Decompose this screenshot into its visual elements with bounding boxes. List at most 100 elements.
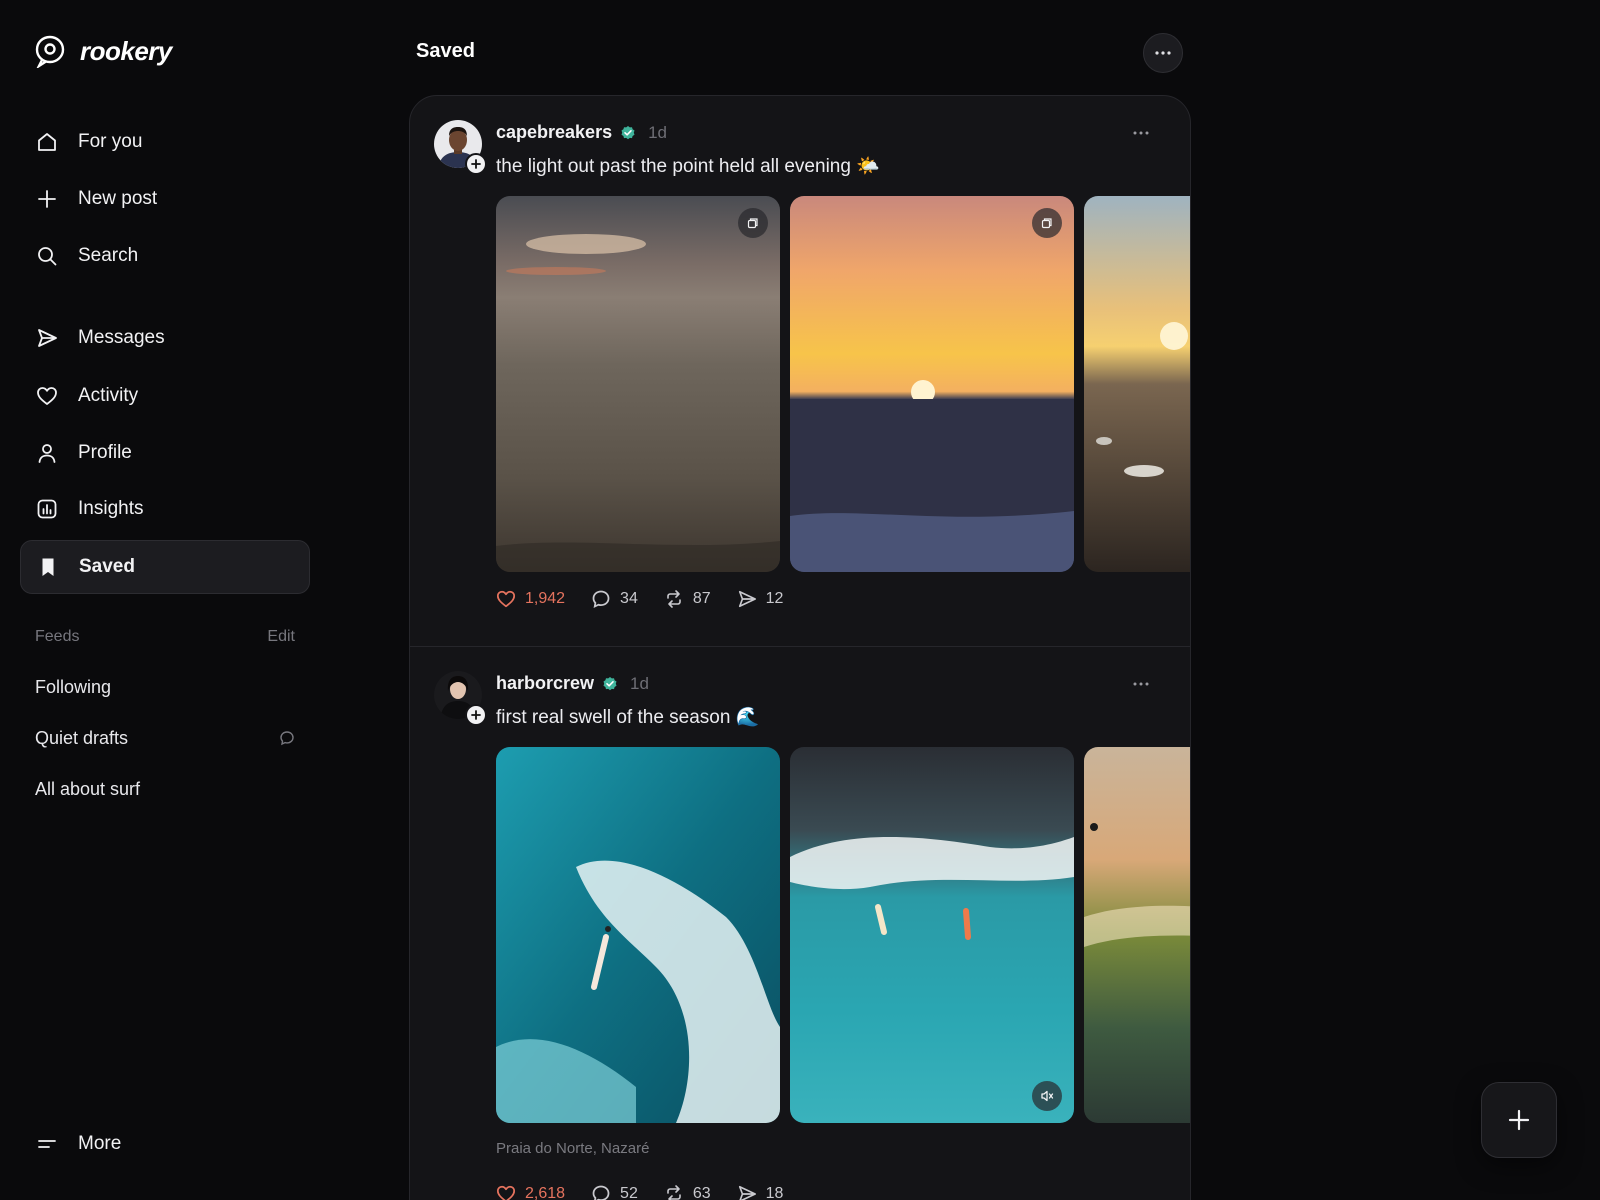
- sidebar-item-label: Messages: [78, 327, 165, 348]
- verified-icon: [620, 125, 636, 141]
- page-title: Saved: [416, 40, 475, 62]
- comment-count: 52: [620, 1185, 638, 1200]
- bookmark-icon: [37, 556, 59, 578]
- like-button[interactable]: 1,942: [496, 589, 565, 609]
- follow-button[interactable]: [465, 153, 487, 175]
- sidebar-item-label: Insights: [78, 498, 144, 519]
- comment-icon: [591, 1184, 611, 1200]
- share-count: 18: [765, 1185, 784, 1200]
- post-image[interactable]: [1084, 747, 1190, 1123]
- post-actions: 2,618 52 63 18: [496, 1184, 809, 1200]
- sidebar-item-insights[interactable]: Insights: [20, 482, 310, 536]
- mute-button[interactable]: [1032, 1081, 1062, 1111]
- share-button[interactable]: 12: [737, 589, 784, 609]
- comment-button[interactable]: 34: [591, 589, 638, 609]
- plus-icon: [471, 159, 481, 169]
- post-image[interactable]: [496, 196, 780, 572]
- menu-icon: [36, 1133, 58, 1155]
- post-caption: the light out past the point held all ev…: [496, 156, 880, 177]
- post: capebreakers 1d the light out past the p…: [410, 96, 1190, 647]
- post-username[interactable]: capebreakers: [496, 122, 612, 143]
- post-caption: first real swell of the season 🌊: [496, 707, 760, 728]
- verified-icon: [602, 676, 618, 692]
- share-button[interactable]: 18: [737, 1184, 784, 1200]
- send-icon: [737, 1184, 757, 1200]
- plus-icon: [1508, 1109, 1530, 1131]
- more-horizontal-icon: [1155, 51, 1171, 55]
- post-meta: capebreakers 1d: [496, 122, 667, 143]
- share-count: 12: [765, 590, 784, 607]
- person-icon: [36, 442, 58, 464]
- search-icon: [36, 245, 58, 267]
- sidebar: rookery For you New post Search Messages…: [0, 0, 330, 1200]
- sidebar-item-for-you[interactable]: For you: [20, 115, 310, 169]
- feed-item-label: All about surf: [35, 778, 141, 799]
- post-more-button[interactable]: [1128, 123, 1154, 143]
- gallery-icon: [747, 217, 759, 229]
- repost-button[interactable]: 87: [664, 589, 711, 609]
- post-image[interactable]: [790, 196, 1074, 572]
- app-logo[interactable]: rookery: [34, 32, 172, 70]
- like-count: 1,942: [525, 590, 566, 607]
- sidebar-item-label: Activity: [78, 385, 139, 406]
- comment-icon: [279, 730, 295, 746]
- repost-icon: [664, 589, 684, 609]
- gallery-icon: [1041, 217, 1053, 229]
- feed-item-following[interactable]: Following: [35, 672, 295, 702]
- sidebar-item-search[interactable]: Search: [20, 229, 310, 283]
- repost-count: 87: [692, 590, 711, 607]
- post-image[interactable]: [496, 747, 780, 1123]
- post-meta: harborcrew 1d: [496, 673, 649, 694]
- more-horizontal-icon: [1133, 131, 1149, 135]
- feeds-title: Feeds: [35, 628, 80, 645]
- new-post-fab[interactable]: [1481, 1082, 1557, 1158]
- post-time: 1d: [648, 122, 668, 142]
- post-time: 1d: [630, 673, 649, 693]
- plus-icon: [36, 188, 58, 210]
- chart-icon: [36, 498, 58, 520]
- post-actions: 1,942 34 87 12: [496, 589, 809, 609]
- repost-icon: [664, 1184, 684, 1200]
- comment-button[interactable]: 52: [591, 1184, 638, 1200]
- send-icon: [36, 327, 58, 349]
- like-count: 2,618: [525, 1185, 566, 1200]
- sidebar-item-label: Search: [78, 245, 139, 266]
- logo-icon: [34, 34, 66, 68]
- repost-count: 63: [692, 1185, 711, 1200]
- post-location[interactable]: Praia do Norte, Nazaré: [496, 1140, 649, 1157]
- header-more-button[interactable]: [1143, 33, 1183, 73]
- sidebar-item-label: New post: [78, 188, 158, 209]
- sidebar-item-label: Profile: [78, 442, 132, 463]
- feed-item-all-about-surf[interactable]: All about surf: [35, 774, 295, 804]
- saved-feed: capebreakers 1d the light out past the p…: [409, 95, 1191, 1200]
- post-username[interactable]: harborcrew: [496, 673, 594, 694]
- heart-icon: [36, 385, 58, 407]
- sidebar-item-profile[interactable]: Profile: [20, 426, 310, 480]
- like-button[interactable]: 2,618: [496, 1184, 565, 1200]
- sidebar-item-new-post[interactable]: New post: [20, 172, 310, 226]
- multiple-images-badge: [738, 208, 768, 238]
- sidebar-item-label: Saved: [79, 556, 135, 577]
- plus-icon: [471, 710, 481, 720]
- comment-icon: [591, 589, 611, 609]
- post-image[interactable]: [1084, 196, 1190, 572]
- more-horizontal-icon: [1133, 682, 1149, 686]
- feeds-edit-button[interactable]: Edit: [267, 628, 295, 646]
- sidebar-item-messages[interactable]: Messages: [20, 311, 310, 365]
- repost-button[interactable]: 63: [664, 1184, 711, 1200]
- sidebar-item-label: More: [78, 1133, 122, 1154]
- feed-item-label: Following: [35, 676, 112, 697]
- feed-item-quiet-drafts[interactable]: Quiet drafts: [35, 723, 295, 753]
- heart-icon: [496, 1184, 516, 1200]
- comment-count: 34: [620, 590, 638, 607]
- follow-button[interactable]: [465, 704, 487, 726]
- sidebar-item-label: For you: [78, 131, 143, 152]
- post-more-button[interactable]: [1128, 674, 1154, 694]
- multiple-images-badge: [1032, 208, 1062, 238]
- post-image[interactable]: [790, 747, 1074, 1123]
- sidebar-more-button[interactable]: More: [20, 1117, 310, 1171]
- sidebar-item-activity[interactable]: Activity: [20, 369, 310, 423]
- feeds-header: Feeds Edit: [35, 628, 295, 646]
- heart-icon: [496, 589, 516, 609]
- sidebar-item-saved[interactable]: Saved: [20, 540, 310, 594]
